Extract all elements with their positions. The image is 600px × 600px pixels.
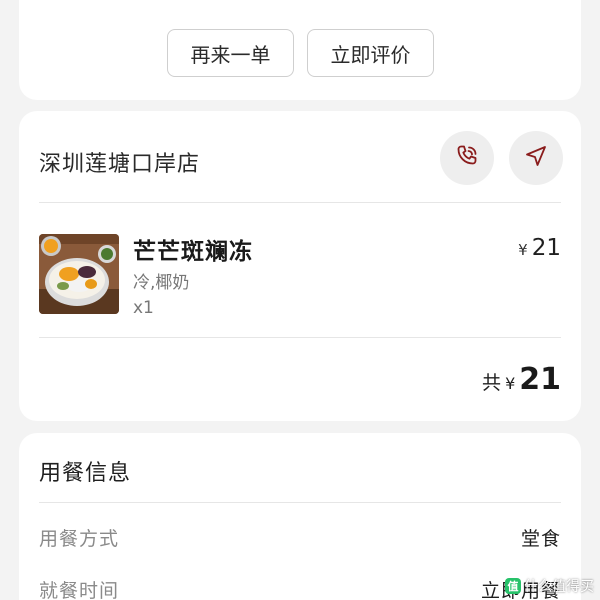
item-price: ¥ 21 — [518, 235, 561, 261]
divider — [39, 502, 561, 503]
store-name: 深圳莲塘口岸店 — [39, 152, 201, 177]
item-image — [39, 234, 119, 314]
total-label: 共 — [482, 372, 502, 394]
store-order-card: 深圳莲塘口岸店 芒芒斑斓冻 冷,椰奶 x1 ¥ 21 共 ¥ 21 — [19, 111, 581, 421]
reorder-button[interactable]: 再来一单 — [167, 29, 294, 77]
dining-method-label: 用餐方式 — [39, 528, 120, 550]
watermark-text: 什么值得买 — [524, 579, 594, 595]
dining-method-value: 堂食 — [520, 528, 561, 550]
order-total: 共 ¥ 21 — [482, 362, 561, 397]
watermark-logo-icon: 值 — [505, 578, 521, 594]
item-currency: ¥ — [518, 241, 528, 259]
call-store-button[interactable] — [440, 131, 494, 185]
item-name: 芒芒斑斓冻 — [133, 239, 253, 265]
item-quantity: x1 — [133, 298, 154, 318]
order-actions-card: 再来一单 立即评价 — [19, 0, 581, 100]
total-currency: ¥ — [505, 374, 516, 393]
total-amount: 21 — [519, 362, 561, 397]
divider — [39, 202, 561, 203]
review-button[interactable]: 立即评价 — [307, 29, 434, 77]
item-price-value: 21 — [531, 235, 561, 261]
dining-method-row: 用餐方式 堂食 — [39, 524, 561, 551]
divider — [39, 337, 561, 338]
dining-info-title: 用餐信息 — [39, 461, 132, 486]
dining-info-card: 用餐信息 用餐方式 堂食 就餐时间 立即用餐 — [19, 433, 581, 600]
navigation-arrow-icon — [523, 143, 549, 173]
dining-time-label: 就餐时间 — [39, 580, 120, 600]
phone-icon — [454, 143, 480, 173]
watermark: 值 什么值得买 — [505, 576, 594, 596]
navigate-store-button[interactable] — [509, 131, 563, 185]
item-spec: 冷,椰奶 — [133, 273, 190, 293]
dining-time-row: 就餐时间 立即用餐 — [39, 576, 561, 600]
